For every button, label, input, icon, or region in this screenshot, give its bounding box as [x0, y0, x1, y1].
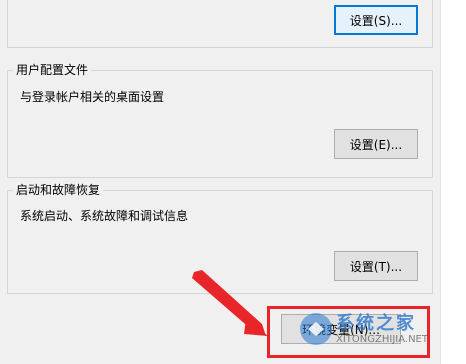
scrollbar[interactable] [440, 0, 466, 364]
performance-group: 设置(S)... [7, 0, 433, 48]
startup-recovery-settings-button[interactable]: 设置(T)... [334, 251, 418, 281]
performance-settings-button[interactable]: 设置(S)... [334, 5, 418, 35]
watermark-title: 系统之家 [336, 312, 416, 334]
red-arrow-icon [192, 270, 268, 336]
watermark-logo-icon [300, 313, 332, 345]
watermark: 系统之家 XITONGZHIJIA.NET [300, 313, 428, 345]
startup-recovery-title: 启动和故障恢复 [13, 182, 104, 198]
user-profiles-group: 用户配置文件 与登录帐户相关的桌面设置 设置(E)... [7, 62, 433, 178]
watermark-url: XITONGZHIJIA.NET [336, 333, 428, 345]
startup-recovery-description: 系统启动、系统故障和调试信息 [20, 209, 189, 223]
user-profiles-settings-button[interactable]: 设置(E)... [334, 129, 418, 159]
user-profiles-title: 用户配置文件 [13, 62, 92, 78]
user-profiles-description: 与登录帐户相关的桌面设置 [20, 90, 165, 104]
